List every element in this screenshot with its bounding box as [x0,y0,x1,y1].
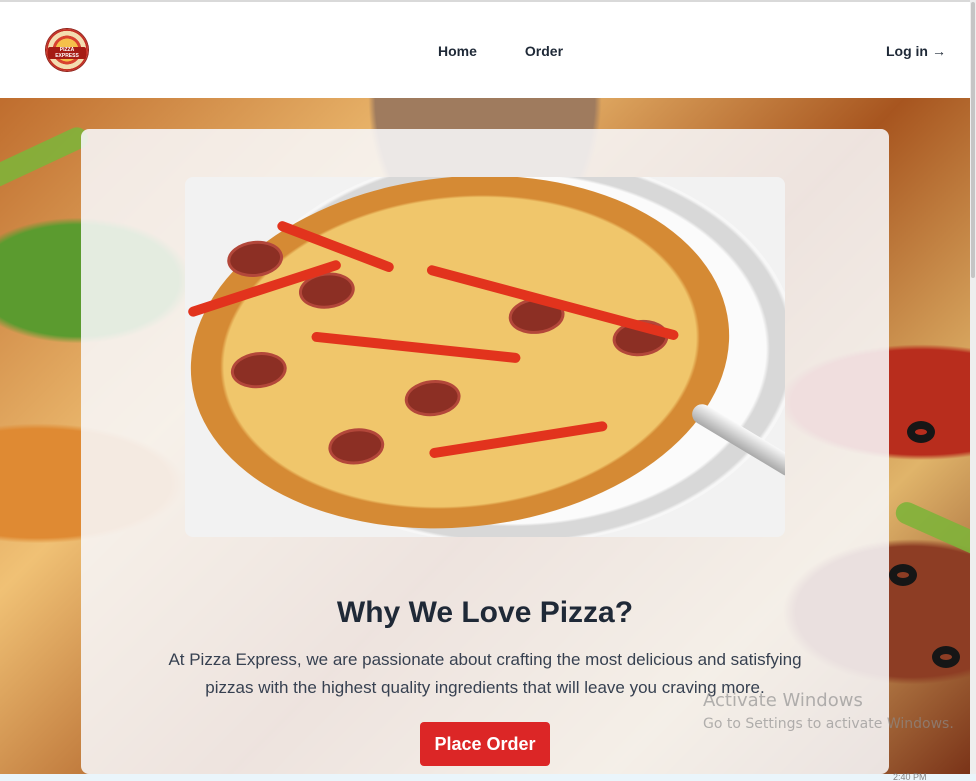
red-pepper-strip [311,331,521,364]
arrow-right-icon: → [932,43,946,59]
red-pepper-strip [428,420,609,459]
login-link[interactable]: Log in → [886,43,946,59]
windows-activation-watermark: Activate Windows Go to Settings to activ… [703,690,954,734]
pizza-photo [185,177,785,537]
background-green-pepper [0,123,92,191]
background-olive [889,564,917,586]
pepperoni-slice [229,349,289,391]
pepperoni-slice [225,238,285,280]
main-navigation: Home Order [438,43,563,59]
login-label: Log in [886,43,928,59]
background-olive [907,421,935,443]
pepperoni-slice [402,377,463,419]
pizza-express-logo[interactable]: PIZZA EXPRESS [46,29,88,71]
taskbar-clock: 2:40 PM [893,772,927,781]
nav-order-link[interactable]: Order [525,43,563,59]
scrollbar-thumb[interactable] [971,2,975,278]
watermark-title: Activate Windows [703,690,863,711]
watermark-subtitle: Go to Settings to activate Windows. [703,716,954,732]
site-navbar: PIZZA EXPRESS Home Order Log in → [0,2,970,98]
taskbar-strip [0,774,976,781]
place-order-button[interactable]: Place Order [420,722,550,766]
background-olive [932,646,960,668]
page-title: Why We Love Pizza? [336,596,634,629]
background-green-pepper [892,498,970,564]
nav-home-link[interactable]: Home [438,43,477,59]
logo-text: PIZZA EXPRESS [48,47,86,59]
pizza-info-card: Why We Love Pizza? At Pizza Express, we … [81,129,889,774]
pepperoni-slice [326,425,387,468]
